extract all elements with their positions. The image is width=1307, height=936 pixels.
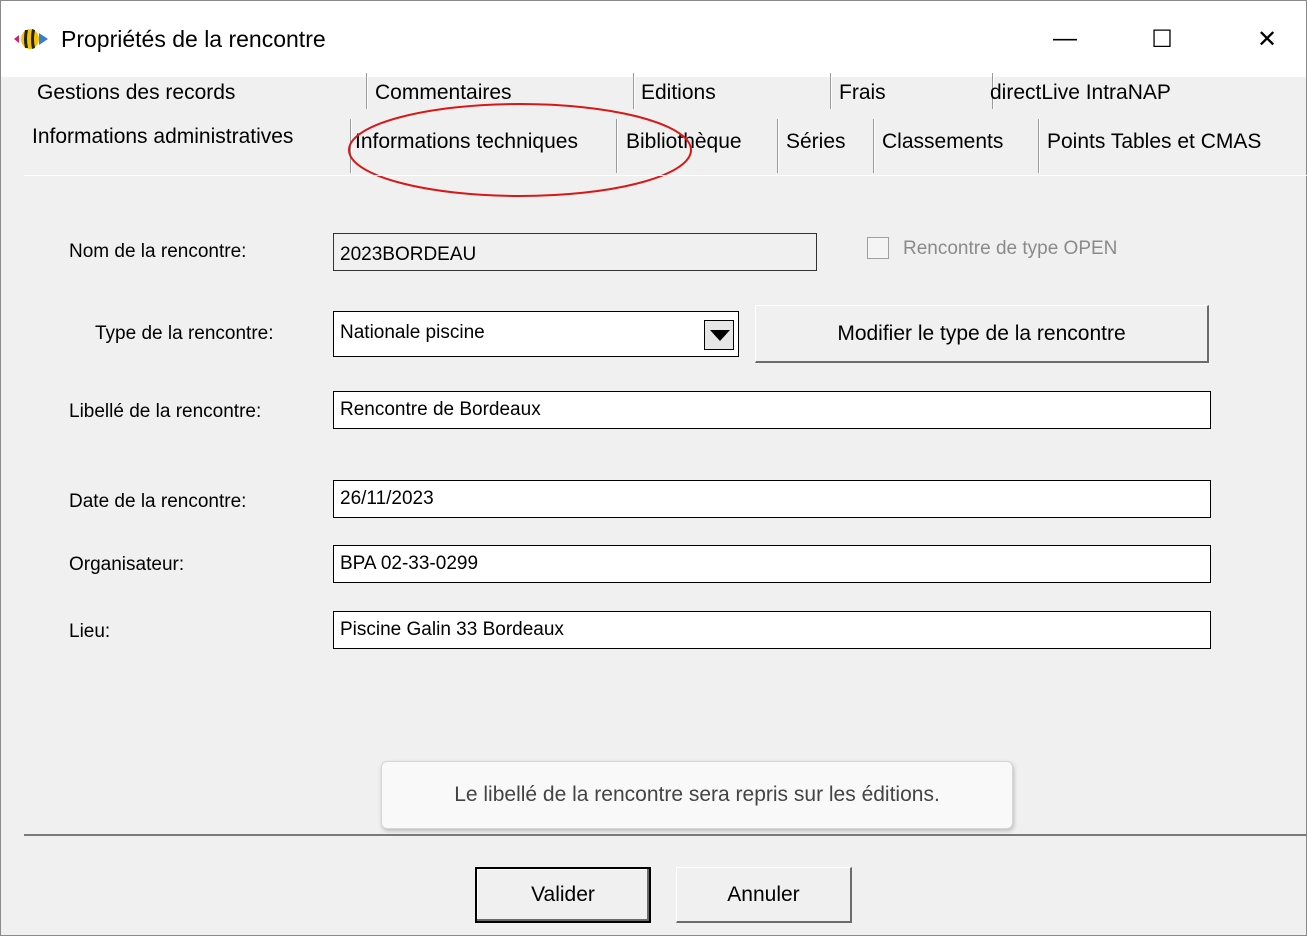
minimize-button[interactable]: —	[1037, 15, 1093, 63]
annuler-button[interactable]: Annuler	[676, 867, 852, 923]
fish-app-icon	[14, 29, 48, 49]
title-bar[interactable]: Propriétés de la rencontre — ☐ ✕	[1, 1, 1306, 77]
tooltip: Le libellé de la rencontre sera repris s…	[381, 761, 1013, 829]
tab-divider	[830, 73, 831, 109]
type-select-value: Nationale piscine	[340, 322, 485, 343]
close-icon: ✕	[1256, 25, 1278, 53]
properties-dialog: Propriétés de la rencontre — ☐ ✕ Gestion…	[0, 0, 1307, 936]
minimize-icon: —	[1053, 25, 1077, 52]
organisateur-input[interactable]	[333, 545, 1211, 583]
nom-value: 2023BORDEAU	[340, 244, 477, 265]
tab-divider	[873, 119, 874, 173]
lieu-input[interactable]	[333, 611, 1211, 649]
tab-points-tables-cmas[interactable]: Points Tables et CMAS	[1047, 130, 1261, 154]
tab-divider	[1038, 119, 1039, 173]
type-select[interactable]: Nationale piscine	[333, 311, 739, 357]
modify-type-button[interactable]: Modifier le type de la rencontre	[755, 305, 1209, 363]
organisateur-label: Organisateur:	[69, 554, 185, 575]
close-button[interactable]: ✕	[1239, 15, 1295, 63]
tab-directlive-intranap[interactable]: directLive IntraNAP	[990, 81, 1171, 105]
tab-classements[interactable]: Classements	[882, 130, 1003, 154]
type-label: Type de la rencontre:	[95, 323, 274, 344]
tab-frais[interactable]: Frais	[839, 81, 886, 105]
libelle-input[interactable]	[333, 391, 1211, 429]
libelle-label: Libellé de la rencontre:	[69, 401, 262, 422]
lieu-label: Lieu:	[69, 621, 111, 642]
maximize-icon: ☐	[1151, 25, 1173, 53]
open-checkbox[interactable]	[867, 237, 889, 259]
tab-divider	[777, 119, 778, 173]
window-title: Propriétés de la rencontre	[61, 26, 326, 52]
open-checkbox-label: Rencontre de type OPEN	[903, 238, 1118, 259]
valider-button[interactable]: Valider	[475, 867, 651, 923]
date-label: Date de la rencontre:	[69, 491, 247, 512]
maximize-button[interactable]: ☐	[1134, 15, 1190, 63]
nom-label: Nom de la rencontre:	[69, 241, 247, 262]
tab-gestions-records[interactable]: Gestions des records	[37, 81, 235, 105]
nom-field: 2023BORDEAU	[333, 233, 817, 271]
date-input[interactable]	[333, 480, 1211, 518]
chevron-down-icon[interactable]	[704, 320, 734, 350]
tab-informations-administratives[interactable]: Informations administratives	[32, 125, 293, 149]
tab-series[interactable]: Séries	[786, 130, 846, 154]
